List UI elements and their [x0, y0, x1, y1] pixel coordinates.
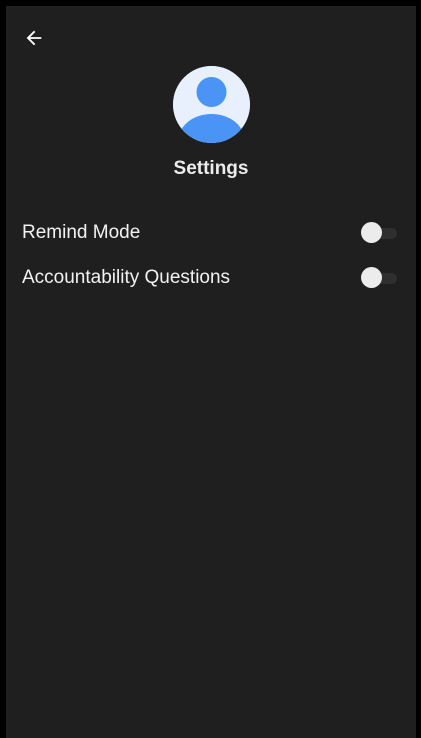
- accountability-questions-toggle[interactable]: [361, 267, 397, 289]
- setting-label: Accountability Questions: [22, 267, 231, 288]
- page-title: Settings: [173, 158, 249, 179]
- person-avatar-icon: [173, 66, 250, 143]
- toggle-thumb: [361, 222, 382, 243]
- setting-label: Remind Mode: [22, 222, 141, 243]
- settings-screen: Settings Remind Mode Accountability Ques…: [6, 6, 416, 738]
- setting-row-remind-mode: Remind Mode: [6, 217, 416, 249]
- toggle-thumb: [361, 267, 382, 288]
- arrow-left-icon: [26, 30, 42, 46]
- remind-mode-toggle[interactable]: [361, 222, 397, 244]
- back-button[interactable]: [20, 24, 48, 52]
- avatar: [173, 66, 250, 143]
- setting-row-accountability-questions: Accountability Questions: [6, 262, 416, 294]
